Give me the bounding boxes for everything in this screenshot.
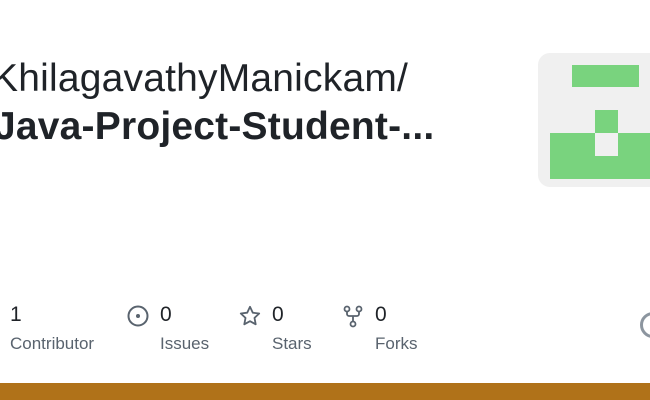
identicon-block [595, 110, 618, 133]
github-logo-icon [640, 312, 650, 338]
identicon-block [618, 133, 650, 156]
identicon-block [618, 156, 650, 179]
identicon-block [550, 156, 595, 179]
identicon-block [595, 156, 618, 179]
issue-opened-icon [126, 304, 150, 328]
contributors-count: 1 [10, 303, 22, 326]
owner-avatar-identicon [538, 53, 650, 187]
identicon-block [550, 133, 595, 156]
identicon-block [572, 65, 639, 87]
language-bar [0, 383, 650, 400]
fork-icon [341, 304, 365, 328]
repo-name[interactable]: Java-Project-Student-... [0, 105, 434, 149]
star-icon [238, 304, 262, 328]
stars-label: Stars [272, 334, 312, 353]
repo-owner[interactable]: KhilagavathyManickam/ [0, 57, 408, 101]
issues-label: Issues [160, 334, 210, 353]
stars-count: 0 [272, 303, 284, 326]
contributors-label: Contributor [10, 334, 95, 353]
issues-count: 0 [160, 303, 172, 326]
forks-count: 0 [375, 303, 387, 326]
forks-label: Forks [375, 334, 418, 353]
